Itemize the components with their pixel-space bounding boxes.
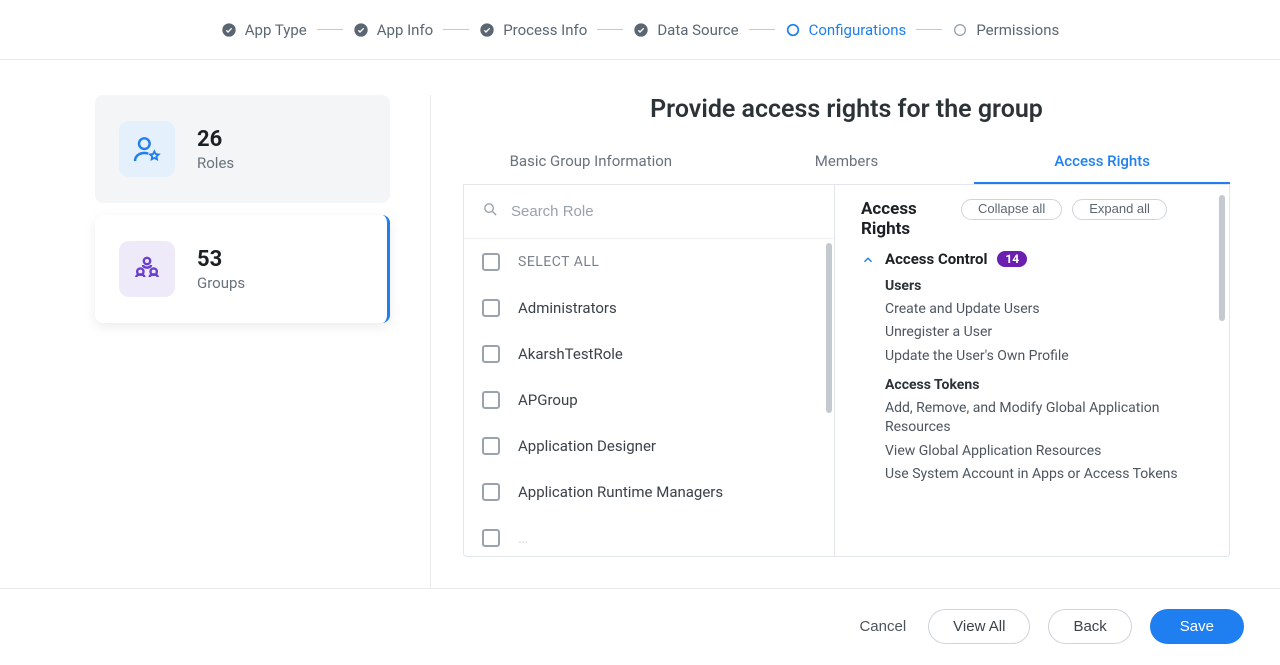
step-app-info[interactable]: App Info <box>353 21 433 39</box>
step-permissions[interactable]: Permissions <box>952 21 1059 39</box>
perm-item[interactable]: Update the User's Own Profile <box>885 347 1211 367</box>
perm-item[interactable]: Use System Account in Apps or Access Tok… <box>885 465 1211 485</box>
select-all-checkbox[interactable] <box>482 253 500 271</box>
user-star-icon <box>119 121 175 177</box>
rights-pane: Access Rights Collapse all Expand all Ac… <box>834 185 1229 556</box>
step-connector <box>443 29 469 30</box>
step-connector <box>916 29 942 30</box>
step-data-source[interactable]: Data Source <box>633 21 738 39</box>
role-name: APGroup <box>518 391 578 409</box>
expand-all-button[interactable]: Expand all <box>1072 199 1167 220</box>
roles-pane: SELECT ALL Administrators AkarshTestRole A… <box>464 185 834 556</box>
step-connector <box>597 29 623 30</box>
step-connector <box>749 29 775 30</box>
view-all-button[interactable]: View All <box>928 609 1030 644</box>
role-row[interactable]: Application Designer <box>464 423 832 469</box>
check-circle-icon <box>221 22 237 38</box>
chevron-up-icon <box>861 252 875 266</box>
perm-item[interactable]: Unregister a User <box>885 323 1211 343</box>
back-button[interactable]: Back <box>1048 609 1131 644</box>
search-row <box>464 185 834 239</box>
role-row[interactable]: AkarshTestRole <box>464 331 832 377</box>
step-label: Process Info <box>503 21 587 39</box>
role-checkbox[interactable] <box>482 391 500 409</box>
groups-label: Groups <box>197 274 245 292</box>
role-name: … <box>518 529 528 547</box>
perm-item[interactable]: Add, Remove, and Modify Global Applicati… <box>885 399 1211 438</box>
tokens-heading: Access Tokens <box>885 377 1211 393</box>
role-checkbox[interactable] <box>482 437 500 455</box>
perm-item[interactable]: View Global Application Resources <box>885 442 1211 462</box>
main-area: 26 Roles 53 Groups Provide <box>0 60 1280 588</box>
step-label: Data Source <box>657 21 738 39</box>
roles-count: 26 <box>197 127 234 152</box>
tabs: Basic Group Information Members Access R… <box>463 152 1230 185</box>
check-circle-icon <box>633 22 649 38</box>
rights-title: Access Rights <box>861 199 951 240</box>
role-checkbox[interactable] <box>482 299 500 317</box>
groups-count: 53 <box>197 247 245 272</box>
role-name: Application Designer <box>518 437 656 455</box>
collapse-all-button[interactable]: Collapse all <box>961 199 1062 220</box>
tab-members[interactable]: Members <box>719 152 975 184</box>
tab-basic-info[interactable]: Basic Group Information <box>463 152 719 184</box>
role-name: Application Runtime Managers <box>518 483 723 501</box>
content-column: Provide access rights for the group Basi… <box>430 95 1230 588</box>
access-rights-panel: SELECT ALL Administrators AkarshTestRole A… <box>463 185 1230 557</box>
roles-scrollbar[interactable] <box>826 243 832 413</box>
role-checkbox[interactable] <box>482 483 500 501</box>
footer-actions: Cancel View All Back Save <box>0 588 1280 664</box>
ring-future-icon <box>952 22 968 38</box>
cancel-button[interactable]: Cancel <box>855 610 910 643</box>
rights-scrollbar[interactable] <box>1219 195 1225 321</box>
roles-card[interactable]: 26 Roles <box>95 95 390 203</box>
step-connector <box>317 29 343 30</box>
step-process-info[interactable]: Process Info <box>479 21 587 39</box>
group-icon <box>119 241 175 297</box>
access-control-title: Access Control <box>885 250 987 268</box>
step-label: App Info <box>377 21 433 39</box>
check-circle-icon <box>479 22 495 38</box>
step-configurations[interactable]: Configurations <box>785 21 907 39</box>
role-list[interactable]: SELECT ALL Administrators AkarshTestRole A… <box>464 239 834 556</box>
role-row[interactable]: Administrators <box>464 285 832 331</box>
ring-current-icon <box>785 22 801 38</box>
groups-card[interactable]: 53 Groups <box>95 215 390 323</box>
role-name: Administrators <box>518 299 617 317</box>
check-circle-icon <box>353 22 369 38</box>
page-title: Provide access rights for the group <box>463 95 1230 124</box>
access-control-section-header[interactable]: Access Control 14 <box>861 250 1211 268</box>
roles-label: Roles <box>197 154 234 172</box>
select-all-label: SELECT ALL <box>518 254 599 270</box>
step-label: Permissions <box>976 21 1059 39</box>
search-role-input[interactable] <box>511 203 816 220</box>
role-row[interactable]: Application Runtime Managers <box>464 469 832 515</box>
step-label: App Type <box>245 21 307 39</box>
role-row[interactable]: … <box>464 515 832 556</box>
save-button[interactable]: Save <box>1150 609 1244 644</box>
left-sidebar: 26 Roles 53 Groups <box>95 95 390 588</box>
tab-access-rights[interactable]: Access Rights <box>974 152 1230 184</box>
users-heading: Users <box>885 278 1211 294</box>
role-checkbox[interactable] <box>482 529 500 547</box>
select-all-row[interactable]: SELECT ALL <box>464 239 832 285</box>
access-control-count: 14 <box>997 251 1027 267</box>
role-name: AkarshTestRole <box>518 345 623 363</box>
wizard-stepper: App Type App Info Process Info Data Source C… <box>0 0 1280 60</box>
role-checkbox[interactable] <box>482 345 500 363</box>
step-app-type[interactable]: App Type <box>221 21 307 39</box>
search-icon <box>482 201 499 222</box>
perm-item[interactable]: Create and Update Users <box>885 300 1211 320</box>
role-row[interactable]: APGroup <box>464 377 832 423</box>
step-label: Configurations <box>809 21 907 39</box>
